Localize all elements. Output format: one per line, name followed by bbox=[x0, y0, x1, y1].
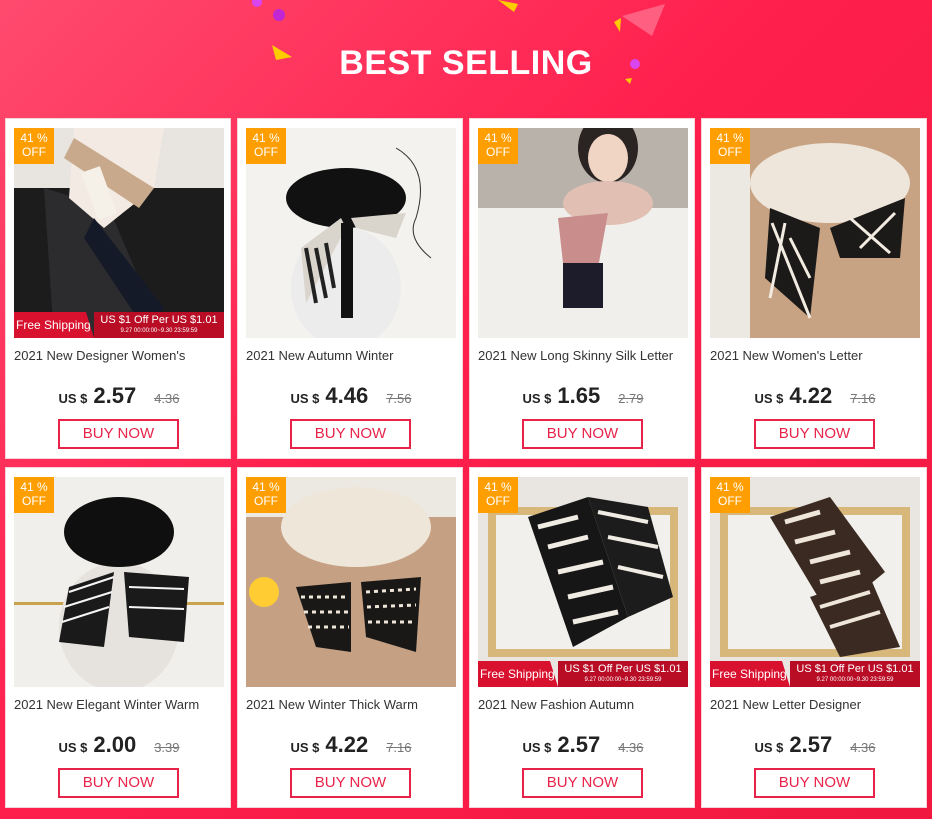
product-card[interactable]: 41 % OFF 2021 New Women's Letter US $ 4.2… bbox=[701, 118, 927, 459]
page-title: BEST SELLING bbox=[339, 44, 593, 82]
price: 2.57 bbox=[557, 732, 601, 757]
price-row: US $ 2.57 4.36 bbox=[702, 732, 928, 762]
product-grid: 41 % OFF Free Shipping US $1 Off Per US $… bbox=[5, 118, 929, 814]
product-title[interactable]: 2021 New Fashion Autumn bbox=[478, 697, 690, 712]
shipping-banner: Free Shipping US $1 Off Per US $1.01 9.2… bbox=[478, 661, 688, 687]
product-image[interactable]: 41 % OFF bbox=[478, 128, 688, 338]
product-title[interactable]: 2021 New Long Skinny Silk Letter bbox=[478, 348, 690, 363]
free-shipping-label: Free Shipping bbox=[710, 661, 790, 687]
buy-now-button[interactable]: BUY NOW bbox=[522, 768, 643, 798]
currency-label: US $ bbox=[58, 391, 88, 406]
old-price: 7.16 bbox=[386, 740, 412, 755]
product-card[interactable]: 41 % OFF Free Shipping US $1 Off Per US $… bbox=[469, 467, 695, 808]
discount-badge: 41 % OFF bbox=[710, 128, 750, 164]
old-price: 7.56 bbox=[386, 391, 412, 406]
price: 2.00 bbox=[93, 732, 137, 757]
buy-now-button[interactable]: BUY NOW bbox=[522, 419, 643, 449]
buy-now-button[interactable]: BUY NOW bbox=[290, 768, 411, 798]
product-title[interactable]: 2021 New Women's Letter bbox=[710, 348, 922, 363]
buy-now-button[interactable]: BUY NOW bbox=[290, 419, 411, 449]
product-card[interactable]: 41 % OFF Free Shipping US $1 Off Per US $… bbox=[5, 118, 231, 459]
old-price: 3.39 bbox=[154, 740, 180, 755]
promo-label: US $1 Off Per US $1.01 9.27 00:00:00~9.3… bbox=[558, 661, 688, 687]
price-row: US $ 4.46 7.56 bbox=[238, 383, 464, 413]
price-row: US $ 4.22 7.16 bbox=[238, 732, 464, 762]
product-title[interactable]: 2021 New Letter Designer bbox=[710, 697, 922, 712]
product-image[interactable]: 41 % OFF bbox=[246, 128, 456, 338]
shipping-banner: Free Shipping US $1 Off Per US $1.01 9.2… bbox=[14, 312, 224, 338]
price: 2.57 bbox=[789, 732, 833, 757]
product-title[interactable]: 2021 New Winter Thick Warm bbox=[246, 697, 458, 712]
currency-label: US $ bbox=[522, 740, 552, 755]
product-card[interactable]: 41 % OFF 2021 New Winter Thick Warm US $ … bbox=[237, 467, 463, 808]
old-price: 7.16 bbox=[850, 391, 876, 406]
currency-label: US $ bbox=[522, 391, 552, 406]
old-price: 4.36 bbox=[850, 740, 876, 755]
price-row: US $ 2.00 3.39 bbox=[6, 732, 232, 762]
header: BEST SELLING bbox=[0, 0, 932, 115]
product-card[interactable]: 41 % OFF Free Shipping US $1 Off Per US $… bbox=[701, 467, 927, 808]
discount-badge: 41 % OFF bbox=[478, 128, 518, 164]
old-price: 4.36 bbox=[618, 740, 644, 755]
discount-badge: 41 % OFF bbox=[14, 477, 54, 513]
currency-label: US $ bbox=[290, 391, 320, 406]
discount-badge: 41 % OFF bbox=[246, 477, 286, 513]
price: 4.22 bbox=[325, 732, 369, 757]
price-row: US $ 2.57 4.36 bbox=[6, 383, 232, 413]
shipping-banner: Free Shipping US $1 Off Per US $1.01 9.2… bbox=[710, 661, 920, 687]
discount-badge: 41 % OFF bbox=[478, 477, 518, 513]
old-price: 4.36 bbox=[154, 391, 180, 406]
product-card[interactable]: 41 % OFF 2021 New Elegant Winter Warm US … bbox=[5, 467, 231, 808]
free-shipping-label: Free Shipping bbox=[478, 661, 558, 687]
discount-badge: 41 % OFF bbox=[14, 128, 54, 164]
price-row: US $ 4.22 7.16 bbox=[702, 383, 928, 413]
product-image[interactable]: 41 % OFF Free Shipping US $1 Off Per US $… bbox=[478, 477, 688, 687]
product-image[interactable]: 41 % OFF bbox=[14, 477, 224, 687]
currency-label: US $ bbox=[754, 740, 784, 755]
old-price: 2.79 bbox=[618, 391, 644, 406]
buy-now-button[interactable]: BUY NOW bbox=[754, 768, 875, 798]
discount-badge: 41 % OFF bbox=[710, 477, 750, 513]
free-shipping-label: Free Shipping bbox=[14, 312, 94, 338]
price-row: US $ 1.65 2.79 bbox=[470, 383, 696, 413]
product-title[interactable]: 2021 New Elegant Winter Warm bbox=[14, 697, 226, 712]
promo-label: US $1 Off Per US $1.01 9.27 00:00:00~9.3… bbox=[790, 661, 920, 687]
product-card[interactable]: 41 % OFF 2021 New Autumn Winter US $ 4.46… bbox=[237, 118, 463, 459]
currency-label: US $ bbox=[754, 391, 784, 406]
product-card[interactable]: 41 % OFF 2021 New Long Skinny Silk Letter… bbox=[469, 118, 695, 459]
product-image[interactable]: 41 % OFF bbox=[710, 128, 920, 338]
price: 4.22 bbox=[789, 383, 833, 408]
product-title[interactable]: 2021 New Designer Women's bbox=[14, 348, 226, 363]
product-image[interactable]: 41 % OFF Free Shipping US $1 Off Per US $… bbox=[710, 477, 920, 687]
product-image[interactable]: 41 % OFF Free Shipping US $1 Off Per US $… bbox=[14, 128, 224, 338]
discount-badge: 41 % OFF bbox=[246, 128, 286, 164]
price: 4.46 bbox=[325, 383, 369, 408]
buy-now-button[interactable]: BUY NOW bbox=[58, 419, 179, 449]
promo-label: US $1 Off Per US $1.01 9.27 00:00:00~9.3… bbox=[94, 312, 224, 338]
price-row: US $ 2.57 4.36 bbox=[470, 732, 696, 762]
price: 2.57 bbox=[93, 383, 137, 408]
currency-label: US $ bbox=[58, 740, 88, 755]
price: 1.65 bbox=[557, 383, 601, 408]
buy-now-button[interactable]: BUY NOW bbox=[754, 419, 875, 449]
product-image[interactable]: 41 % OFF bbox=[246, 477, 456, 687]
currency-label: US $ bbox=[290, 740, 320, 755]
buy-now-button[interactable]: BUY NOW bbox=[58, 768, 179, 798]
product-title[interactable]: 2021 New Autumn Winter bbox=[246, 348, 458, 363]
